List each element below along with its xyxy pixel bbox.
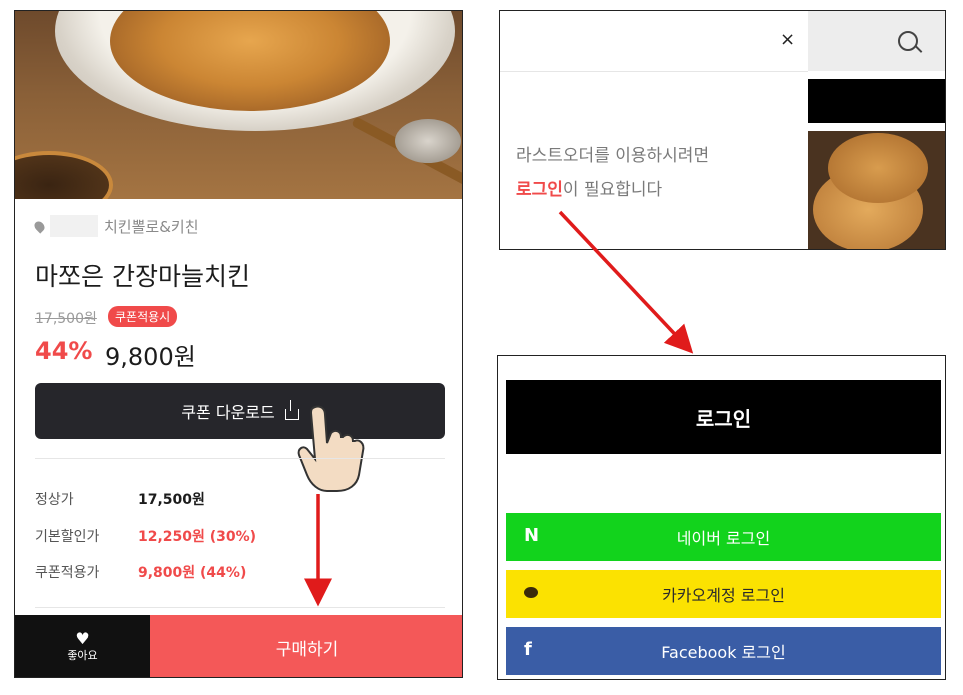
- annotation-arrows: [304, 210, 694, 607]
- arrow-to-login-options: [558, 210, 694, 354]
